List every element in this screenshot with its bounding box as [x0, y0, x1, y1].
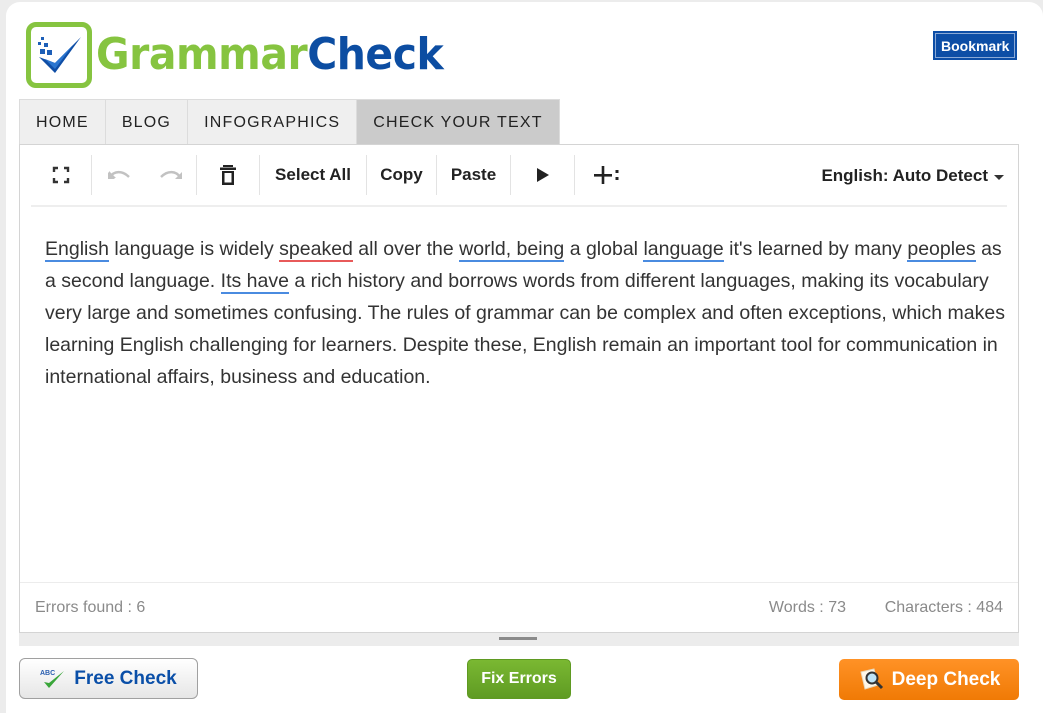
resize-grip-icon[interactable]	[499, 637, 537, 640]
text-segment: it's learned by many	[723, 238, 908, 260]
text-segment: all over the	[352, 238, 460, 260]
logo[interactable]: GrammarCheck	[26, 22, 469, 88]
word-count: Words : 73	[768, 599, 846, 616]
status-bar: Errors found : 6 Words : 73 Characters :…	[20, 582, 1018, 633]
nav-check-your-text[interactable]: CHECK YOUR TEXT	[357, 100, 559, 145]
logo-text: GrammarCheck	[96, 33, 444, 77]
delete-button[interactable]	[197, 155, 259, 195]
grammar-error[interactable]: language	[643, 238, 724, 262]
fix-errors-button[interactable]: Fix Errors	[467, 659, 571, 699]
abc-check-icon: ABC	[40, 670, 65, 688]
copy-button[interactable]: Copy	[367, 155, 436, 195]
resize-handle-bar[interactable]	[19, 633, 1019, 646]
undo-icon	[108, 170, 130, 179]
text-input-area[interactable]: English language is widely speaked all o…	[45, 233, 1005, 393]
select-all-button[interactable]: Select All	[260, 155, 366, 195]
logo-text-grammar: Grammar	[96, 29, 308, 80]
grammar-error[interactable]: world, being	[459, 238, 565, 262]
grammar-error[interactable]: peoples	[907, 238, 976, 262]
deep-check-button[interactable]: Deep Check	[839, 659, 1019, 700]
grammar-error[interactable]: English	[45, 238, 109, 262]
chevron-down-icon	[994, 174, 1004, 180]
text-editor: Select All Copy Paste English: Auto Dete…	[19, 144, 1019, 633]
spelling-error[interactable]: speaked	[279, 238, 353, 262]
svg-text:ABC: ABC	[40, 670, 55, 677]
nav-infographics[interactable]: INFOGRAPHICS	[188, 100, 358, 145]
errors-count: Errors found : 6	[35, 599, 146, 616]
redo-button[interactable]	[146, 155, 196, 195]
deep-check-label: Deep Check	[891, 668, 1001, 690]
logo-text-check: Check	[307, 29, 444, 80]
main-nav: HOME BLOG INFOGRAPHICS CHECK YOUR TEXT	[19, 99, 560, 145]
language-dropdown[interactable]: English: Auto Detect	[821, 156, 1004, 196]
character-count: Characters : 484	[884, 599, 1003, 616]
language-label: English: Auto Detect	[821, 166, 988, 185]
undo-button[interactable]	[92, 155, 146, 195]
nav-home[interactable]: HOME	[20, 100, 106, 145]
plus-more-icon	[594, 166, 619, 184]
trash-icon	[220, 165, 236, 185]
play-icon	[536, 168, 549, 182]
nav-blog[interactable]: BLOG	[105, 100, 189, 145]
text-segment: language is widely	[108, 238, 280, 260]
free-check-button[interactable]: ABC Free Check	[19, 658, 198, 699]
fullscreen-button[interactable]	[31, 155, 91, 195]
play-button[interactable]	[511, 155, 574, 195]
free-check-label: Free Check	[74, 667, 177, 689]
add-more-button[interactable]	[575, 155, 639, 195]
redo-icon	[160, 170, 182, 179]
paste-button[interactable]: Paste	[437, 155, 510, 195]
text-segment: a global	[564, 238, 644, 260]
bookmark-button[interactable]: Bookmark	[933, 31, 1018, 60]
grammar-error[interactable]: Its have	[220, 270, 289, 294]
fullscreen-icon	[52, 166, 70, 184]
checkmark-logo-icon	[26, 22, 92, 88]
document-magnifier-icon	[860, 667, 883, 690]
